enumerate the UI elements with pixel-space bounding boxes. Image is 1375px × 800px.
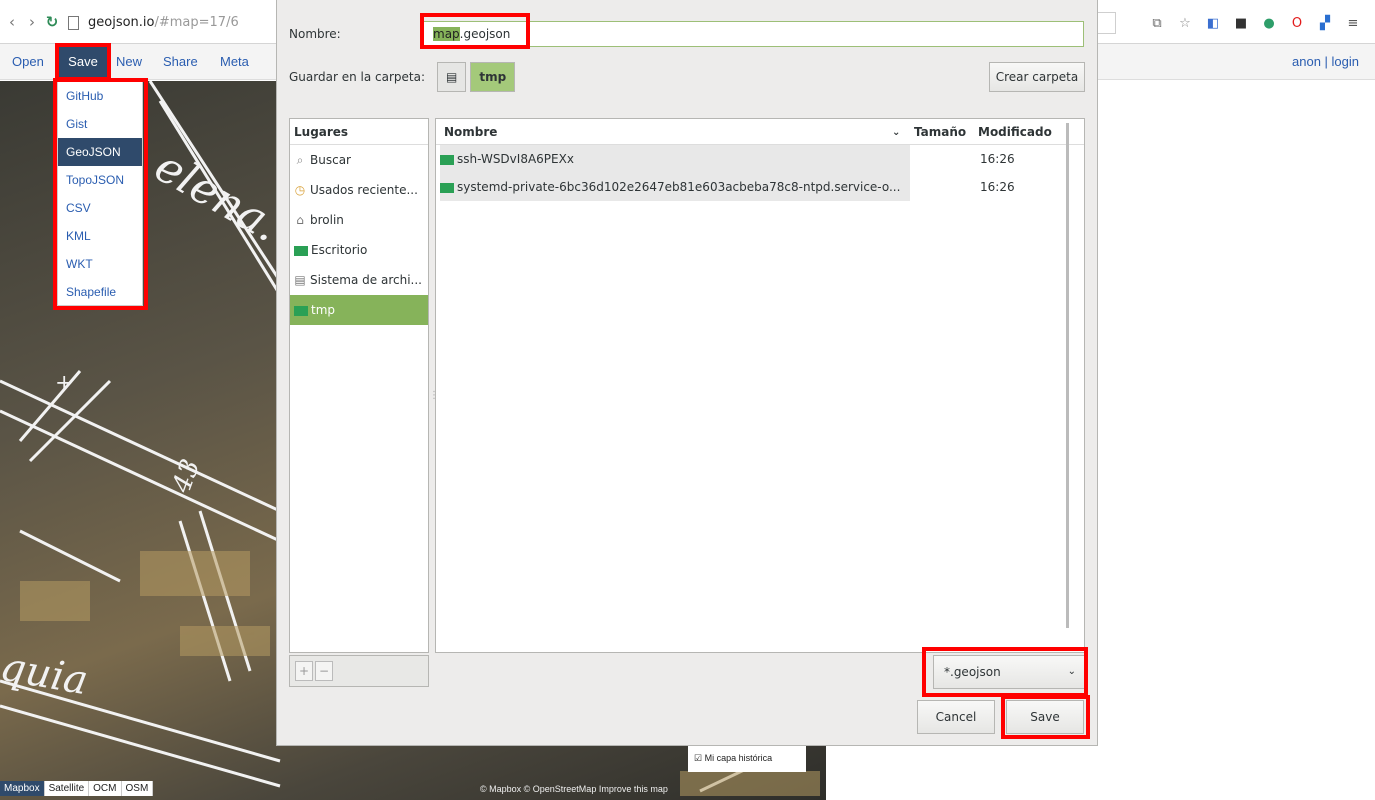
extension-icon[interactable]: ◧: [1205, 15, 1221, 31]
file-list-header: Nombre ⌄ Tamaño Modificado: [436, 119, 1084, 145]
file-row[interactable]: systemd-private-6bc36d102e2647eb81e603ac…: [436, 173, 1084, 201]
search-icon: ⌕: [296, 153, 304, 167]
place-search[interactable]: ⌕ Buscar: [290, 145, 428, 175]
menu-icon[interactable]: ≡: [1345, 15, 1361, 31]
file-row[interactable]: ssh-WSDvI8A6PEXx 16:26: [436, 145, 1084, 173]
place-recent[interactable]: ◷ Usados reciente...: [290, 175, 428, 205]
layer-satellite[interactable]: Satellite: [44, 781, 90, 796]
drive-icon: ▤: [446, 70, 458, 84]
reload-button[interactable]: ↻: [44, 12, 60, 32]
historic-layer-label: Mi capa histórica: [704, 753, 773, 763]
highlight-save-button: [1001, 695, 1090, 739]
place-label: Usados reciente...: [310, 183, 418, 197]
globe-icon[interactable]: ●: [1261, 15, 1277, 31]
place-filesystem[interactable]: ▤ Sistema de archi...: [290, 265, 428, 295]
file-modified: 16:26: [980, 180, 1015, 194]
folder-label: Guardar en la carpeta:: [289, 70, 425, 84]
folder-path-bar: ▤ tmp: [437, 62, 516, 92]
place-label: brolin: [310, 213, 344, 227]
page-icon: [68, 16, 79, 30]
forward-button[interactable]: ›: [24, 12, 40, 32]
create-folder-button[interactable]: Crear carpeta: [989, 62, 1085, 92]
place-label: Sistema de archi...: [310, 273, 422, 287]
highlight-save-format-menu: [53, 78, 148, 310]
place-label: Escritorio: [311, 243, 368, 257]
remove-place-button[interactable]: −: [315, 661, 333, 681]
bookmark-star-icon[interactable]: ☆: [1177, 15, 1193, 31]
places-header: Lugares: [290, 119, 428, 145]
folder-icon: [294, 245, 308, 256]
extension-icon[interactable]: ▞: [1317, 15, 1333, 31]
url-host: geojson.io: [88, 15, 155, 30]
file-list: Nombre ⌄ Tamaño Modificado ssh-WSDvI8A6P…: [435, 118, 1085, 653]
address-bar-end[interactable]: [1096, 12, 1116, 34]
file-modified: 16:26: [980, 152, 1015, 166]
folder-icon: [440, 154, 454, 165]
cancel-button[interactable]: Cancel: [917, 700, 995, 734]
map-attribution[interactable]: © Mapbox © OpenStreetMap Improve this ma…: [480, 784, 668, 794]
auth-links[interactable]: anon | login: [1292, 54, 1359, 69]
column-name[interactable]: Nombre: [444, 125, 497, 139]
place-tmp[interactable]: tmp: [290, 295, 428, 325]
folder-icon: [440, 182, 454, 193]
highlight-filename: [420, 13, 530, 49]
file-name: systemd-private-6bc36d102e2647eb81e603ac…: [457, 180, 901, 194]
path-current-folder[interactable]: tmp: [470, 62, 516, 92]
share-menu[interactable]: Share: [163, 54, 198, 69]
address-bar[interactable]: geojson.io/#map=17/6: [64, 12, 284, 34]
path-parent-button[interactable]: ▤: [437, 62, 467, 92]
places-sidebar: Lugares ⌕ Buscar ◷ Usados reciente... ⌂ bro…: [289, 118, 429, 653]
place-desktop[interactable]: Escritorio: [290, 235, 428, 265]
opera-icon[interactable]: O: [1289, 15, 1305, 31]
add-place-button[interactable]: +: [295, 661, 313, 681]
url-path: /#map=17/6: [154, 15, 239, 30]
places-edit-buttons: + −: [289, 655, 429, 687]
place-home[interactable]: ⌂ brolin: [290, 205, 428, 235]
map-label: +: [55, 371, 74, 396]
name-label: Nombre:: [289, 27, 341, 41]
clock-icon: ◷: [294, 183, 306, 197]
translate-icon[interactable]: ⧉: [1149, 15, 1165, 31]
layer-mapbox[interactable]: Mapbox: [0, 781, 45, 796]
checkbox-icon[interactable]: ☑: [694, 753, 702, 763]
historic-layer-toggle[interactable]: ☑ Mi capa histórica: [688, 746, 806, 772]
new-menu[interactable]: New: [116, 54, 142, 69]
meta-menu[interactable]: Meta: [220, 54, 249, 69]
highlight-filter: [922, 647, 1088, 697]
back-button[interactable]: ‹: [4, 12, 20, 32]
place-label: tmp: [311, 303, 336, 317]
place-label: Buscar: [310, 153, 351, 167]
layer-switcher: Mapbox Satellite OCM OSM: [0, 781, 154, 796]
layer-osm[interactable]: OSM: [121, 781, 154, 796]
extension-icon[interactable]: ■: [1233, 15, 1249, 31]
drive-icon: ▤: [294, 273, 306, 287]
scrollbar[interactable]: [1066, 123, 1069, 628]
extension-icons: ⧉ ☆ ◧ ■ ● O ▞ ≡: [1149, 12, 1361, 34]
file-name: ssh-WSDvI8A6PEXx: [457, 152, 574, 166]
save-file-dialog: Nombre: map.geojson Guardar en la carpet…: [276, 0, 1098, 746]
home-icon: ⌂: [296, 213, 304, 227]
folder-icon: [294, 305, 308, 316]
layer-ocm[interactable]: OCM: [89, 781, 122, 796]
open-menu[interactable]: Open: [12, 54, 44, 69]
column-size[interactable]: Tamaño: [914, 125, 966, 139]
sort-chevron-icon[interactable]: ⌄: [892, 127, 900, 138]
column-modified[interactable]: Modificado: [978, 125, 1052, 139]
highlight-save-menu-button: [55, 43, 111, 81]
